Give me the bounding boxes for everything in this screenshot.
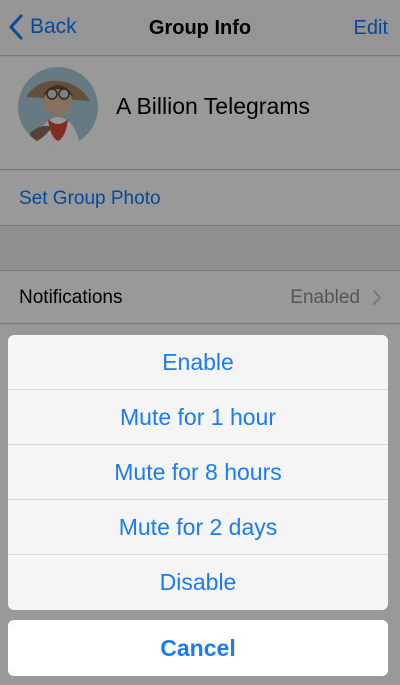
mute-2-days-button[interactable]: Mute for 2 days: [8, 500, 388, 555]
action-sheet: Enable Mute for 1 hour Mute for 8 hours …: [8, 335, 388, 610]
mute-8-hours-button[interactable]: Mute for 8 hours: [8, 445, 388, 500]
disable-button[interactable]: Disable: [8, 555, 388, 610]
enable-button[interactable]: Enable: [8, 335, 388, 390]
mute-1-hour-button[interactable]: Mute for 1 hour: [8, 390, 388, 445]
cancel-button[interactable]: Cancel: [8, 620, 388, 676]
